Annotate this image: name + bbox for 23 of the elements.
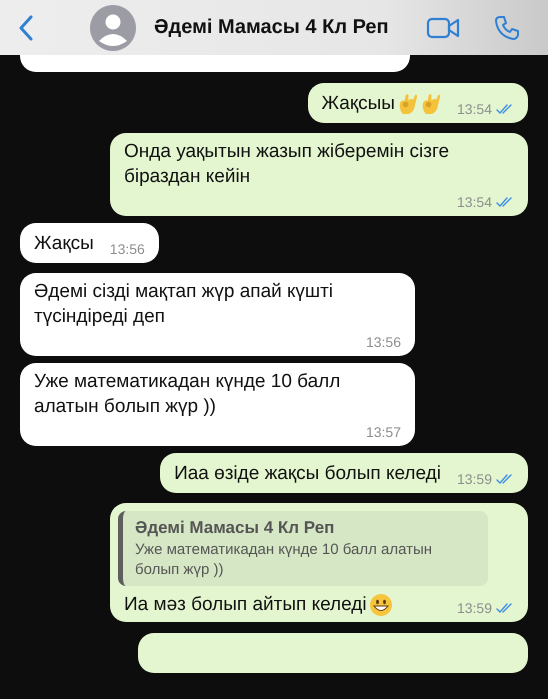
quote-text: Уже математикадан күнде 10 балл алатын болып жүр ))	[135, 540, 434, 580]
quote-author: Әдемі Мамасы 4 Кл Реп	[135, 517, 336, 539]
message-text: Онда уақытын жазып жіберемін сізге біраздан кейін	[124, 140, 450, 189]
phone-icon[interactable]	[494, 14, 520, 40]
avatar-icon[interactable]	[90, 4, 136, 50]
message-text: Жақсы	[34, 232, 94, 256]
message-time: 13:56	[366, 333, 401, 351]
message-text: Иа мәз болып айтып келеді	[124, 593, 367, 617]
message-text: Жақсыы	[322, 92, 395, 116]
smiley-icon	[368, 592, 393, 616]
message-time: 13:59	[456, 470, 492, 488]
message-time: 13:57	[366, 423, 401, 441]
message-text: Иаа өзіде жақсы болып келеді	[174, 462, 441, 486]
back-icon[interactable]	[18, 14, 34, 40]
message-text: Уже математикадан күнде 10 балл алатын болып жүр ))	[34, 370, 342, 419]
quoted-message[interactable]: Әдемі Мамасы 4 Кл Реп Уже математикадан күнде 10 балл алатын болып жүр ))	[118, 511, 488, 586]
video-call-icon[interactable]	[426, 16, 460, 40]
message-time: 13:56	[110, 240, 145, 258]
message-time: 13:54	[456, 193, 492, 211]
contact-name[interactable]: Әдемі Мамасы 4 Кл Реп	[154, 16, 389, 39]
message-time: 13:59	[456, 599, 492, 617]
message-time: 13:54	[456, 100, 492, 118]
message-text: Әдемі сізді мақтап жүр апай күшті түсіндіреді деп	[34, 280, 334, 329]
